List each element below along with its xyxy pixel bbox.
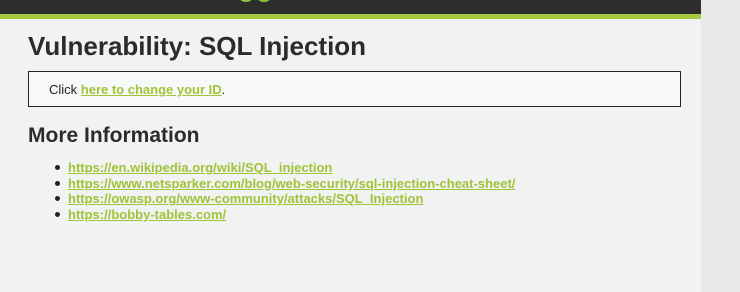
bullet-icon bbox=[55, 196, 60, 202]
change-id-prefix: Click bbox=[49, 82, 81, 97]
more-information-heading: More Information bbox=[28, 124, 200, 147]
change-id-link[interactable]: here to change your ID bbox=[81, 82, 222, 97]
list-item: https://www.netsparker.com/blog/web-secu… bbox=[52, 176, 515, 192]
reference-link-wikipedia[interactable]: https://en.wikipedia.org/wiki/SQL_inject… bbox=[68, 160, 332, 175]
page: Vulnerability: SQL Injection Click here … bbox=[0, 0, 740, 292]
page-title: Vulnerability: SQL Injection bbox=[28, 31, 367, 61]
bullet-icon bbox=[55, 165, 60, 170]
change-id-suffix: . bbox=[221, 82, 226, 97]
change-id-text: Click here to change your ID. bbox=[49, 82, 225, 97]
reference-link-owasp[interactable]: https://owasp.org/www-community/attacks/… bbox=[68, 191, 423, 206]
list-item: https://bobby-tables.com/ bbox=[52, 207, 515, 223]
reference-link-netsparker[interactable]: https://www.netsparker.com/blog/web-secu… bbox=[68, 176, 515, 191]
header-bar bbox=[0, 0, 701, 14]
reference-links-list: https://en.wikipedia.org/wiki/SQL_inject… bbox=[52, 160, 515, 223]
bullet-icon bbox=[55, 180, 60, 186]
vulnerable-code-area: Click here to change your ID. bbox=[28, 71, 681, 107]
reference-link-bobby-tables[interactable]: https://bobby-tables.com/ bbox=[68, 207, 226, 222]
dvwa-logo-icon bbox=[238, 0, 254, 2]
list-item: https://en.wikipedia.org/wiki/SQL_inject… bbox=[52, 160, 515, 176]
list-item: https://owasp.org/www-community/attacks/… bbox=[52, 191, 515, 207]
dvwa-logo-icon-part bbox=[256, 0, 272, 2]
bullet-icon bbox=[55, 212, 60, 218]
scrollbar-gutter bbox=[701, 0, 740, 292]
main-content: Vulnerability: SQL Injection Click here … bbox=[0, 19, 701, 292]
